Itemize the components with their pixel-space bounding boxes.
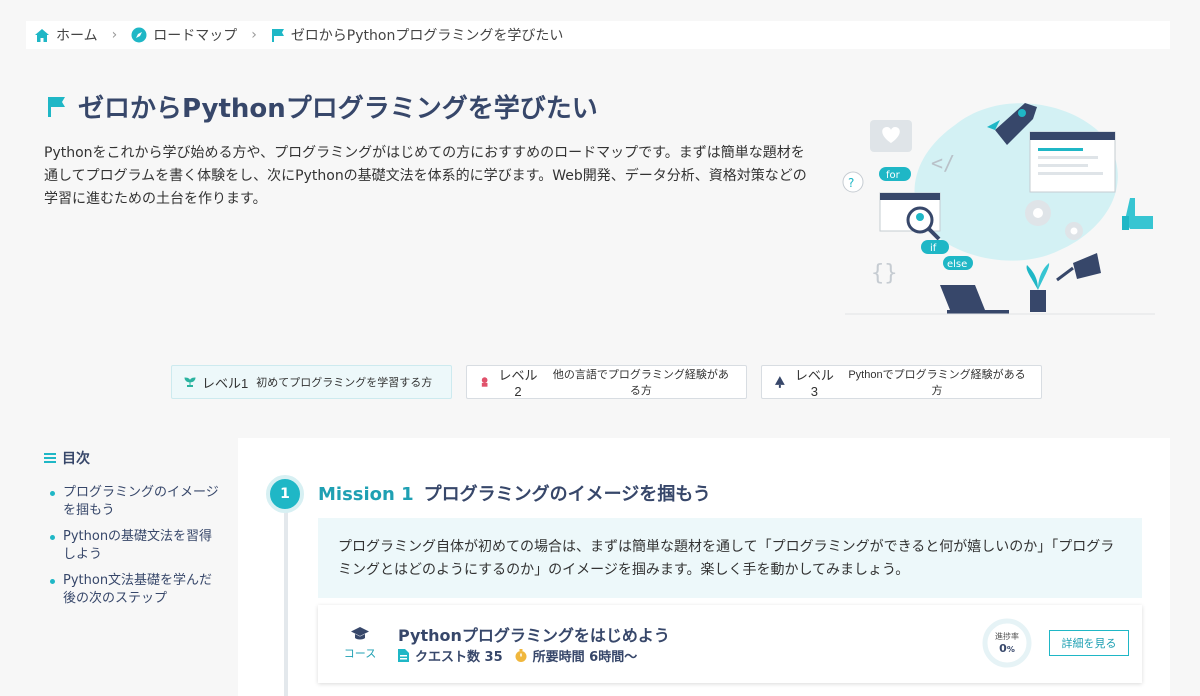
- mission-title: プログラミングのイメージを掴もう: [423, 484, 711, 505]
- detail-button[interactable]: 詳細を見る: [1049, 630, 1129, 656]
- course-title: Pythonプログラミングをはじめよう: [398, 626, 670, 645]
- toc-heading: 目次: [44, 448, 219, 468]
- toc-item[interactable]: Pythonの基礎文法を習得しよう: [50, 528, 219, 564]
- progress-value-wrap: 0%: [999, 642, 1015, 655]
- level-tab-2-desc: 他の言語でプログラミング経験がある方: [552, 369, 729, 397]
- level-tab-2[interactable]: レベル2 他の言語でプログラミング経験がある方: [466, 365, 747, 399]
- toc-item[interactable]: プログラミングのイメージを掴もう: [50, 484, 219, 520]
- course-type-label: コース: [343, 647, 377, 660]
- illustration-symbol-braces: {}: [871, 261, 898, 286]
- toc-title: 目次: [62, 451, 90, 467]
- course-type: コース: [340, 627, 380, 661]
- toc-item-label: プログラミングのイメージを掴もう: [63, 485, 219, 518]
- toc-item-label: Pythonの基礎文法を習得しよう: [63, 529, 213, 562]
- illustration-tag-for: for: [886, 170, 901, 181]
- level-tab-1-desc: 初めてプログラミングを学習する方: [256, 377, 433, 389]
- toc-item-label: Python文法基礎を学んだ後の次のステップ: [63, 573, 213, 606]
- level-tab-3-label: レベル3: [794, 368, 834, 399]
- level-tab-3-desc: Pythonでプログラミング経験がある方: [848, 369, 1026, 397]
- list-icon: [44, 453, 56, 463]
- document-icon: [398, 649, 409, 662]
- sprout-icon: [184, 377, 196, 387]
- course-card[interactable]: コース Pythonプログラミングをはじめよう クエスト数 35 所要時間 6時…: [318, 605, 1142, 683]
- page-title-text: ゼロからPythonプログラミングを学びたい: [78, 94, 598, 124]
- page-title: ゼロからPythonプログラミングを学びたい: [46, 88, 598, 125]
- breadcrumb-roadmap-label: ロードマップ: [153, 28, 238, 44]
- graduation-cap-icon: [351, 627, 369, 640]
- compass-icon: [131, 27, 147, 43]
- chevron-right-icon: ›: [251, 27, 257, 43]
- mission-description: プログラミング自体が初めての場合は、まずは簡単な題材を通して「プログラミングがで…: [318, 518, 1142, 598]
- stopwatch-icon: [515, 649, 527, 662]
- progress-value: 0: [999, 642, 1007, 655]
- bullet-icon: [50, 535, 55, 540]
- table-of-contents: 目次 プログラミングのイメージを掴もう Pythonの基礎文法を習得しよう Py…: [44, 448, 219, 616]
- mission-number-badge: 1: [266, 475, 304, 513]
- progress-indicator: 進捗率 0%: [981, 617, 1033, 669]
- flower-icon: [481, 377, 488, 387]
- bullet-icon: [50, 491, 55, 496]
- flag-icon: [48, 96, 65, 117]
- progress-label: 進捗率: [995, 632, 1019, 641]
- illustration-symbol-question: ?: [848, 176, 854, 190]
- mission-label: Mission 1: [318, 484, 414, 505]
- breadcrumb-current: ゼロからPythonプログラミングを学びたい: [271, 25, 564, 45]
- breadcrumb-home[interactable]: ホーム: [34, 25, 98, 45]
- home-icon: [35, 28, 49, 42]
- level-tab-3[interactable]: レベル3 Pythonでプログラミング経験がある方: [761, 365, 1042, 399]
- breadcrumb: ホーム › ロードマップ › ゼロからPythonプログラミングを学びたい: [26, 21, 1170, 49]
- course-meta: クエスト数 35 所要時間 6時間〜: [398, 646, 637, 665]
- page-description: Pythonをこれから学び始める方や、プログラミングがはじめての方におすすめのロ…: [44, 145, 807, 207]
- illustration-tag-if: if: [930, 243, 937, 254]
- illustration-tag-else: else: [947, 259, 967, 270]
- course-duration: 所要時間 6時間〜: [532, 650, 638, 665]
- toc-item[interactable]: Python文法基礎を学んだ後の次のステップ: [50, 572, 219, 608]
- tree-icon: [774, 376, 785, 388]
- level-tab-1-label: レベル1: [202, 375, 249, 391]
- progress-unit: %: [1006, 645, 1015, 654]
- mission-heading: Mission 1 プログラミングのイメージを掴もう: [318, 480, 711, 506]
- level-tab-1[interactable]: レベル1 初めてプログラミングを学習する方: [171, 365, 452, 399]
- breadcrumb-current-label: ゼロからPythonプログラミングを学びたい: [290, 28, 564, 44]
- chevron-right-icon: ›: [111, 27, 118, 43]
- timeline-line: [284, 510, 288, 696]
- programming-illustration: </ ? for if else {}: [842, 103, 1155, 315]
- breadcrumb-roadmap[interactable]: ロードマップ: [131, 25, 237, 45]
- flag-icon: [271, 28, 284, 42]
- illustration-symbol-code: </: [931, 151, 955, 175]
- breadcrumb-home-label: ホーム: [56, 28, 98, 44]
- level-tab-2-label: レベル2: [498, 368, 538, 399]
- level-selector: レベル1 初めてプログラミングを学習する方 レベル2 他の言語でプログラミング経…: [171, 365, 1042, 399]
- bullet-icon: [50, 579, 55, 584]
- course-quest-count: クエスト数 35: [415, 650, 503, 665]
